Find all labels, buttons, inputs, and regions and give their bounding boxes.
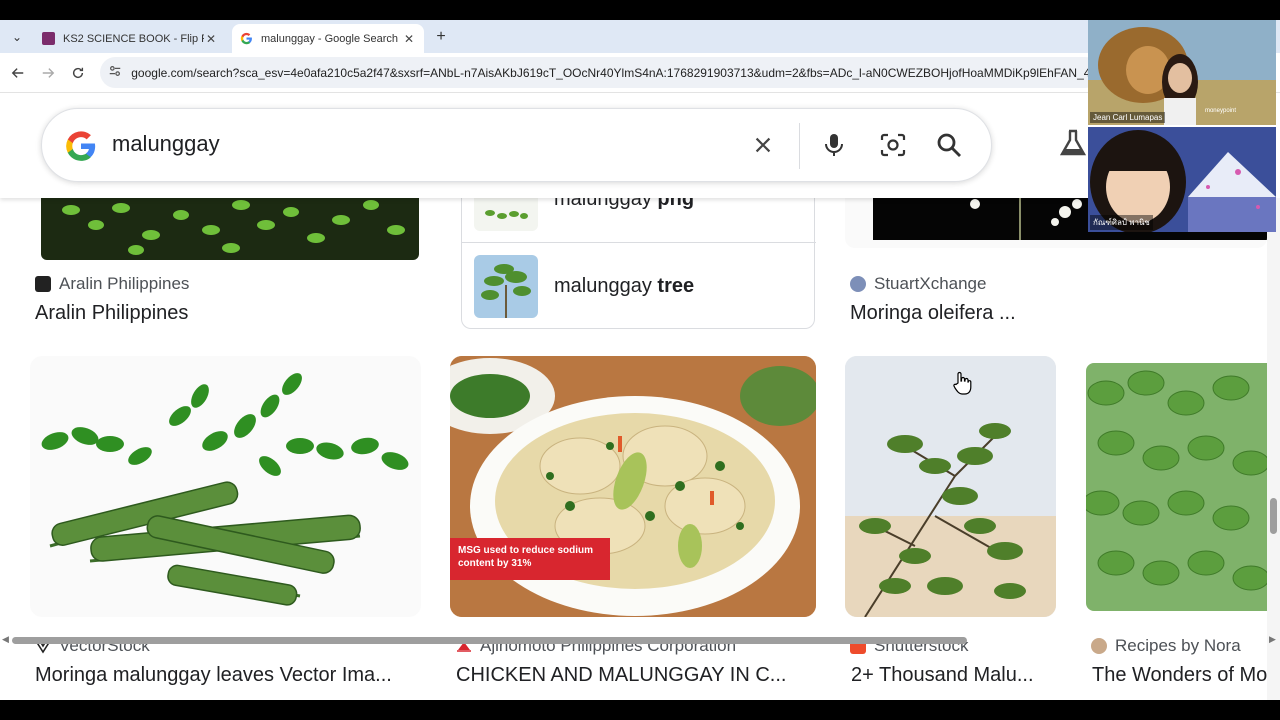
webcam-tile-2: กัณฑ์ศิลป์ พานิช [1088,127,1276,232]
image-results-grid: Aralin Philippines Aralin Philippines ma… [0,167,1280,700]
result-caption[interactable]: Moringa oleifera ... [850,302,1250,325]
vertical-scrollbar[interactable] [1267,198,1280,700]
related-thumbnail [474,255,538,318]
tab-search-button[interactable]: ⌄ [6,26,28,48]
msg-badge: MSG used to reduce sodium content by 31% [458,545,594,569]
labs-flask-icon[interactable] [1058,128,1088,158]
google-favicon-icon [240,32,253,45]
webcam-watermark: moneypoint [1204,108,1236,114]
scroll-right-icon[interactable]: ▶ [1269,634,1276,645]
tab-title: malunggay - Google Search [261,32,398,45]
url-text: google.com/search?sca_esv=4e0afa210c5a2f… [131,65,1100,80]
result-image-ajinomoto[interactable]: MSG used to reduce sodium content by 31% [450,356,816,617]
moringa-tree-image [845,356,1056,617]
webcam-feed-image [1088,20,1276,125]
forward-button[interactable] [36,61,60,85]
result-image-recipes-by-nora[interactable] [1086,363,1267,611]
scroll-left-icon[interactable]: ◀ [2,634,9,645]
participant-name: Jean Carl Lumapas [1090,112,1166,123]
tab-ks2-science-book[interactable]: KS2 SCIENCE BOOK - Flip PDF | ✕ [34,24,226,53]
tab-title: KS2 SCIENCE BOOK - Flip PDF | [63,32,204,45]
tab-close-icon[interactable]: ✕ [204,32,218,46]
image-search-button[interactable] [875,127,911,163]
search-icon [937,133,961,157]
hand-cursor-icon [953,371,972,395]
search-button[interactable] [931,127,967,163]
microphone-icon [825,134,843,156]
clear-search-button[interactable] [745,127,781,163]
search-box[interactable]: malunggay [41,108,992,182]
chicken-malunggay-dish-image [450,356,816,617]
lens-camera-icon [880,133,906,157]
result-caption[interactable]: Moringa malunggay leaves Vector Ima... [35,664,417,687]
forward-arrow-icon [42,68,55,78]
horizontal-scroll-thumb[interactable] [12,637,967,644]
search-box-divider [799,123,800,169]
related-search-item[interactable]: malunggay tree [462,243,816,330]
result-source[interactable]: Aralin Philippines [35,274,189,294]
result-image-aralin[interactable] [41,190,419,260]
reload-icon [72,67,84,79]
webcam-tile-1: Jean Carl Lumapas moneypoint [1088,20,1276,125]
site-info-icon[interactable] [108,64,123,81]
moringa-branch-image [41,190,419,260]
result-caption[interactable]: CHICKEN AND MALUNGGAY IN C... [456,664,811,687]
participant-name: กัณฑ์ศิลป์ พานิช [1090,215,1153,230]
search-query-input[interactable]: malunggay [112,131,220,157]
moringa-vector-illustration [41,373,409,606]
related-searches-panel: malunggay png malunggay tree [461,167,816,330]
google-logo-icon[interactable] [64,129,98,163]
address-bar[interactable]: google.com/search?sca_esv=4e0afa210c5a2f… [100,57,1100,88]
back-arrow-icon [11,68,24,78]
moringa-leaves-closeup-image [1086,363,1267,611]
tab-close-icon[interactable]: ✕ [402,32,416,46]
result-image-shutterstock[interactable] [845,356,1056,617]
stuartxchange-favicon-icon [850,276,866,292]
close-icon [755,137,771,153]
tab-google-search[interactable]: malunggay - Google Search ✕ [232,24,424,53]
vertical-scroll-thumb[interactable] [1270,498,1277,534]
result-source[interactable]: StuartXchange [850,274,986,294]
result-caption[interactable]: The Wonders of Mo [1092,664,1267,687]
result-image-vectorstock[interactable] [30,356,421,617]
flip-pdf-favicon-icon [42,32,55,45]
horizontal-scrollbar[interactable]: ◀ ▶ [0,634,1280,646]
back-button[interactable] [6,61,30,85]
reload-button[interactable] [66,61,90,85]
result-caption[interactable]: Aralin Philippines [35,302,415,325]
new-tab-button[interactable]: + [430,26,452,48]
voice-search-button[interactable] [816,127,852,163]
result-caption[interactable]: 2+ Thousand Malu... [851,664,1056,687]
aralin-favicon-icon [35,276,51,292]
